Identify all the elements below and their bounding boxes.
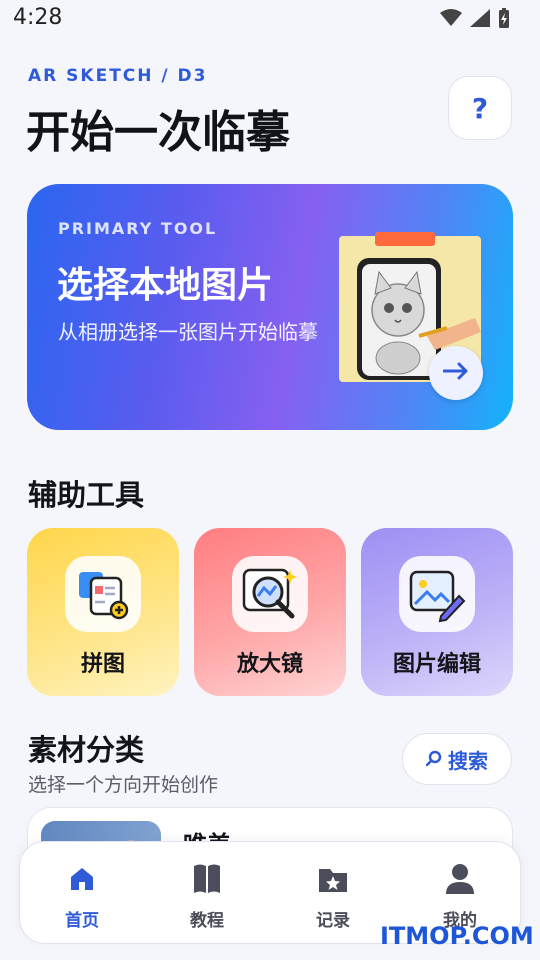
- hero-subtitle: 从相册选择一张图片开始临摹: [58, 320, 318, 344]
- select-local-image-card[interactable]: PRIMARY TOOL 选择本地图片 从相册选择一张图片开始临摹: [27, 184, 513, 430]
- wifi-icon: [440, 9, 462, 31]
- puzzle-tool-card[interactable]: 拼图: [27, 528, 179, 696]
- nav-label-tutorial: 教程: [190, 911, 224, 931]
- nav-item-tutorial[interactable]: 教程: [147, 842, 267, 945]
- magnifier-tool-card[interactable]: 放大镜: [194, 528, 346, 696]
- battery-charging-icon: [498, 8, 510, 32]
- magnifier-icon: [232, 556, 308, 632]
- page-title: 开始一次临摹: [26, 107, 290, 158]
- help-label: ?: [471, 91, 489, 125]
- folder-star-icon: [318, 862, 348, 896]
- nav-label-records: 记录: [316, 911, 350, 931]
- arrow-right-icon: [442, 362, 469, 384]
- status-icons: [440, 8, 510, 32]
- book-icon: [192, 862, 222, 896]
- nav-label-home: 首页: [65, 911, 99, 931]
- puzzle-collage-icon: [65, 556, 141, 632]
- image-edit-icon: [399, 556, 475, 632]
- image-edit-tool-label: 图片编辑: [392, 652, 481, 677]
- search-label: 搜索: [448, 748, 488, 773]
- hero-eyebrow: PRIMARY TOOL: [58, 219, 218, 238]
- person-icon: [445, 862, 475, 896]
- tools-section-title: 辅助工具: [28, 478, 145, 512]
- help-button[interactable]: ?: [448, 76, 512, 140]
- nav-item-home[interactable]: 首页: [22, 842, 142, 945]
- status-time: 4:28: [13, 5, 63, 30]
- home-icon: [68, 862, 96, 896]
- nav-item-records[interactable]: 记录: [273, 842, 393, 945]
- materials-subtitle: 选择一个方向开始创作: [28, 774, 219, 796]
- puzzle-tool-label: 拼图: [80, 652, 125, 677]
- search-icon: [425, 747, 442, 771]
- signal-icon: [470, 9, 490, 31]
- watermark: ITMOP.COM: [380, 922, 534, 950]
- magnifier-tool-label: 放大镜: [236, 652, 303, 677]
- hero-go-button[interactable]: [429, 346, 483, 400]
- search-button[interactable]: 搜索: [402, 733, 512, 785]
- materials-section-title: 素材分类: [28, 733, 145, 767]
- app-tag: AR SKETCH / D3: [28, 66, 208, 86]
- image-edit-tool-card[interactable]: 图片编辑: [361, 528, 513, 696]
- hero-title: 选择本地图片: [57, 265, 274, 306]
